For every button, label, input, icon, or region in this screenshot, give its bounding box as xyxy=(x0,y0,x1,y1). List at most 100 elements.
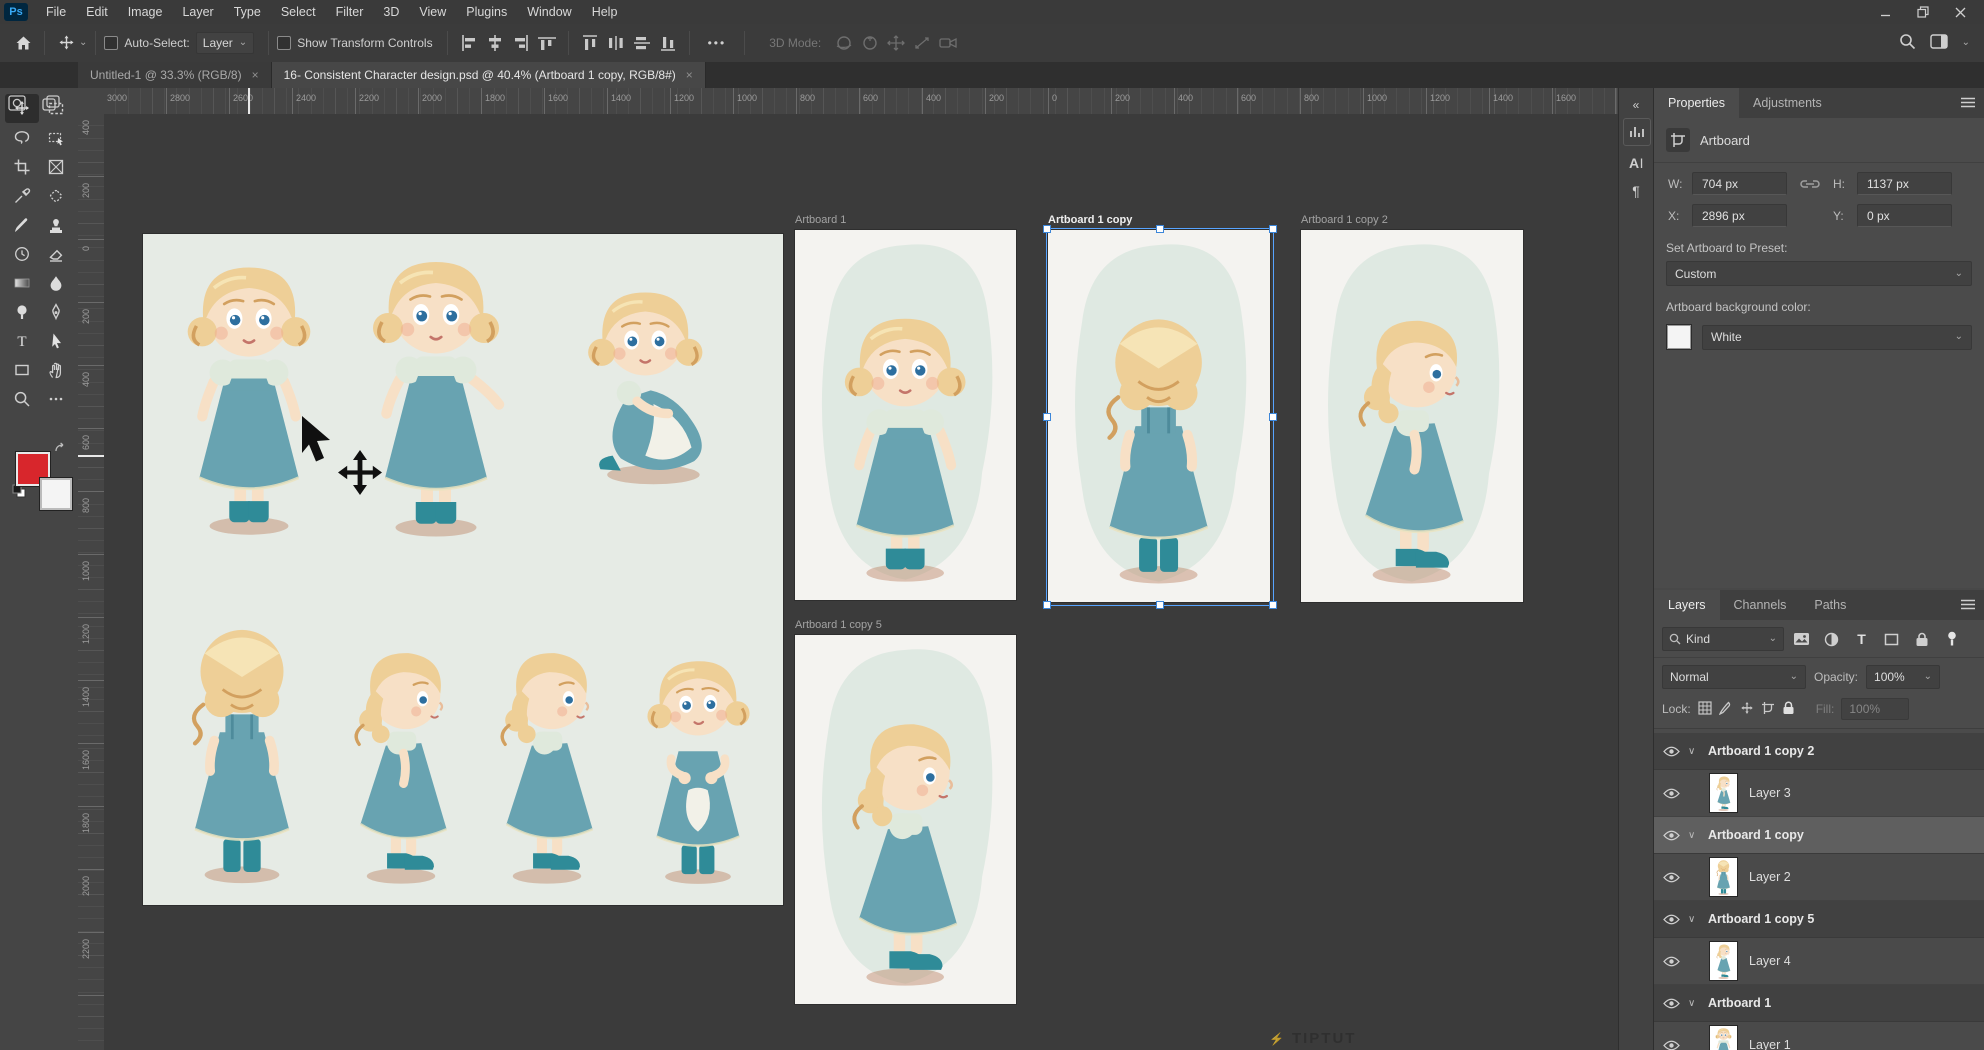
3d-slide-icon[interactable] xyxy=(909,31,935,55)
filter-smart-objects-icon[interactable] xyxy=(1909,628,1934,650)
minimize-icon[interactable] xyxy=(1880,7,1891,18)
menu-item-image[interactable]: Image xyxy=(118,5,173,19)
artboard-background-swatch[interactable] xyxy=(1666,324,1692,350)
layer-visibility-eye-icon[interactable] xyxy=(1654,872,1688,883)
auto-select-checkbox[interactable] xyxy=(104,36,118,50)
background-color-swatch[interactable] xyxy=(40,478,72,510)
eyedropper-tool[interactable] xyxy=(5,181,39,210)
layer-filter-kind-dropdown[interactable]: Kind ⌄ xyxy=(1662,627,1784,651)
selection-handle[interactable] xyxy=(1156,601,1164,609)
ruler-corner[interactable] xyxy=(78,88,105,115)
quick-mask-icon[interactable] xyxy=(0,88,34,118)
artboard-label[interactable]: Artboard 1 copy 5 xyxy=(795,619,882,635)
lock-image-pixels-icon[interactable] xyxy=(1719,701,1733,718)
layer-row-layer-1[interactable]: Layer 1 xyxy=(1654,1022,1984,1050)
healing-brush-tool[interactable] xyxy=(39,181,73,210)
preset-dropdown[interactable]: Custom ⌄ xyxy=(1666,261,1972,286)
move-tool-options-icon[interactable] xyxy=(53,30,79,56)
eraser-tool[interactable] xyxy=(39,239,73,268)
tab-adjustments[interactable]: Adjustments xyxy=(1739,88,1836,118)
clone-stamp-tool[interactable] xyxy=(39,210,73,239)
filter-type-layers-icon[interactable]: T xyxy=(1849,628,1874,650)
distribute-bottom-edges-icon[interactable] xyxy=(655,31,681,55)
layer-row-layer-2[interactable]: Layer 2 xyxy=(1654,854,1984,901)
reference-sheet-image[interactable] xyxy=(143,234,783,905)
height-field[interactable]: 1137 px xyxy=(1857,172,1952,195)
path-selection-tool[interactable] xyxy=(39,326,73,355)
menu-item-layer[interactable]: Layer xyxy=(172,5,223,19)
tab-properties[interactable]: Properties xyxy=(1654,88,1739,118)
menu-item-file[interactable]: File xyxy=(36,5,76,19)
layer-filter-toggle-icon[interactable] xyxy=(1939,628,1964,650)
close-icon[interactable] xyxy=(1955,7,1966,18)
zoom-tool[interactable] xyxy=(5,384,39,413)
document-tab-untitled[interactable]: Untitled-1 @ 33.3% (RGB/8) × xyxy=(78,62,272,88)
filter-pixel-layers-icon[interactable] xyxy=(1789,628,1814,650)
layer-thumbnail[interactable] xyxy=(1710,942,1737,980)
layer-visibility-eye-icon[interactable] xyxy=(1654,830,1688,841)
vertical-ruler[interactable]: 4002000200400600800100012001400160018002… xyxy=(78,114,105,1050)
history-brush-tool[interactable] xyxy=(5,239,39,268)
character-panel-icon[interactable]: A| xyxy=(1623,150,1649,176)
brush-tool[interactable] xyxy=(5,210,39,239)
menu-item-help[interactable]: Help xyxy=(582,5,628,19)
opacity-field[interactable]: 100% ⌄ xyxy=(1866,665,1940,689)
layer-thumbnail[interactable] xyxy=(1710,1026,1737,1050)
layer-thumbnail[interactable] xyxy=(1710,858,1737,896)
lock-transparent-pixels-icon[interactable] xyxy=(1698,701,1712,718)
panel-menu-icon[interactable] xyxy=(1960,97,1976,111)
layer-group-row-artboard-1-copy-5[interactable]: ∨Artboard 1 copy 5 xyxy=(1654,901,1984,938)
artboard-1-copy[interactable] xyxy=(1048,230,1270,602)
frame-tool[interactable] xyxy=(39,152,73,181)
lock-all-icon[interactable] xyxy=(1782,701,1795,718)
horizontal-ruler[interactable]: 3000280026002400220020001800160014001200… xyxy=(104,88,1620,115)
3d-roll-icon[interactable] xyxy=(857,31,883,55)
document-tab-character-design[interactable]: 16- Consistent Character design.psd @ 40… xyxy=(272,62,706,88)
link-dimensions-icon[interactable] xyxy=(1793,178,1827,190)
hand-tool[interactable] xyxy=(39,355,73,384)
expand-panels-icon[interactable]: « xyxy=(1623,92,1649,118)
menu-item-plugins[interactable]: Plugins xyxy=(456,5,517,19)
artboard-1-copy-5[interactable] xyxy=(795,635,1016,1004)
layer-row-layer-4[interactable]: Layer 4 xyxy=(1654,938,1984,985)
menu-item-window[interactable]: Window xyxy=(517,5,581,19)
distribute-vertical-centers-icon[interactable] xyxy=(629,31,655,55)
artboard-1-copy-2[interactable] xyxy=(1301,230,1523,602)
3d-orbit-icon[interactable] xyxy=(831,31,857,55)
tab-paths[interactable]: Paths xyxy=(1800,590,1860,620)
layer-visibility-eye-icon[interactable] xyxy=(1654,914,1688,925)
rectangle-tool[interactable] xyxy=(5,355,39,384)
align-horizontal-centers-icon[interactable] xyxy=(482,31,508,55)
home-icon[interactable] xyxy=(10,30,36,56)
workspace-switcher-icon[interactable] xyxy=(1930,34,1948,52)
crop-tool[interactable] xyxy=(5,152,39,181)
swap-colors-icon[interactable] xyxy=(54,442,68,457)
selection-handle[interactable] xyxy=(1269,601,1277,609)
3d-drag-icon[interactable] xyxy=(883,31,909,55)
gradient-tool[interactable] xyxy=(5,268,39,297)
layer-visibility-eye-icon[interactable] xyxy=(1654,998,1688,1009)
artboard-label[interactable]: Artboard 1 xyxy=(795,214,846,230)
blur-tool[interactable] xyxy=(39,268,73,297)
group-expand-chevron-icon[interactable]: ∨ xyxy=(1688,830,1708,841)
layer-thumbnail[interactable] xyxy=(1710,774,1737,812)
menu-item-filter[interactable]: Filter xyxy=(326,5,374,19)
3d-camera-icon[interactable] xyxy=(935,31,961,55)
auto-select-target-dropdown[interactable]: Layer ⌄ xyxy=(196,32,254,54)
menu-item-edit[interactable]: Edit xyxy=(76,5,118,19)
group-expand-chevron-icon[interactable]: ∨ xyxy=(1688,998,1708,1009)
pasteboard[interactable]: Artboard 1 Artboard 1 copy Artboard 1 co… xyxy=(104,114,1620,1050)
menu-item-type[interactable]: Type xyxy=(224,5,271,19)
artboard-background-dropdown[interactable]: White ⌄ xyxy=(1702,325,1972,350)
object-selection-tool[interactable] xyxy=(39,123,73,152)
layer-group-row-artboard-1-copy[interactable]: ∨Artboard 1 copy xyxy=(1654,817,1984,854)
artboard-label[interactable]: Artboard 1 copy 2 xyxy=(1301,214,1388,230)
blend-mode-dropdown[interactable]: Normal ⌄ xyxy=(1662,665,1806,689)
selection-handle[interactable] xyxy=(1269,225,1277,233)
lasso-tool[interactable] xyxy=(5,123,39,152)
layer-group-row-artboard-1[interactable]: ∨Artboard 1 xyxy=(1654,985,1984,1022)
panel-menu-icon[interactable] xyxy=(1960,599,1976,613)
width-field[interactable]: 704 px xyxy=(1692,172,1787,195)
show-transform-checkbox[interactable] xyxy=(277,36,291,50)
fill-field[interactable]: 100% xyxy=(1841,698,1909,720)
